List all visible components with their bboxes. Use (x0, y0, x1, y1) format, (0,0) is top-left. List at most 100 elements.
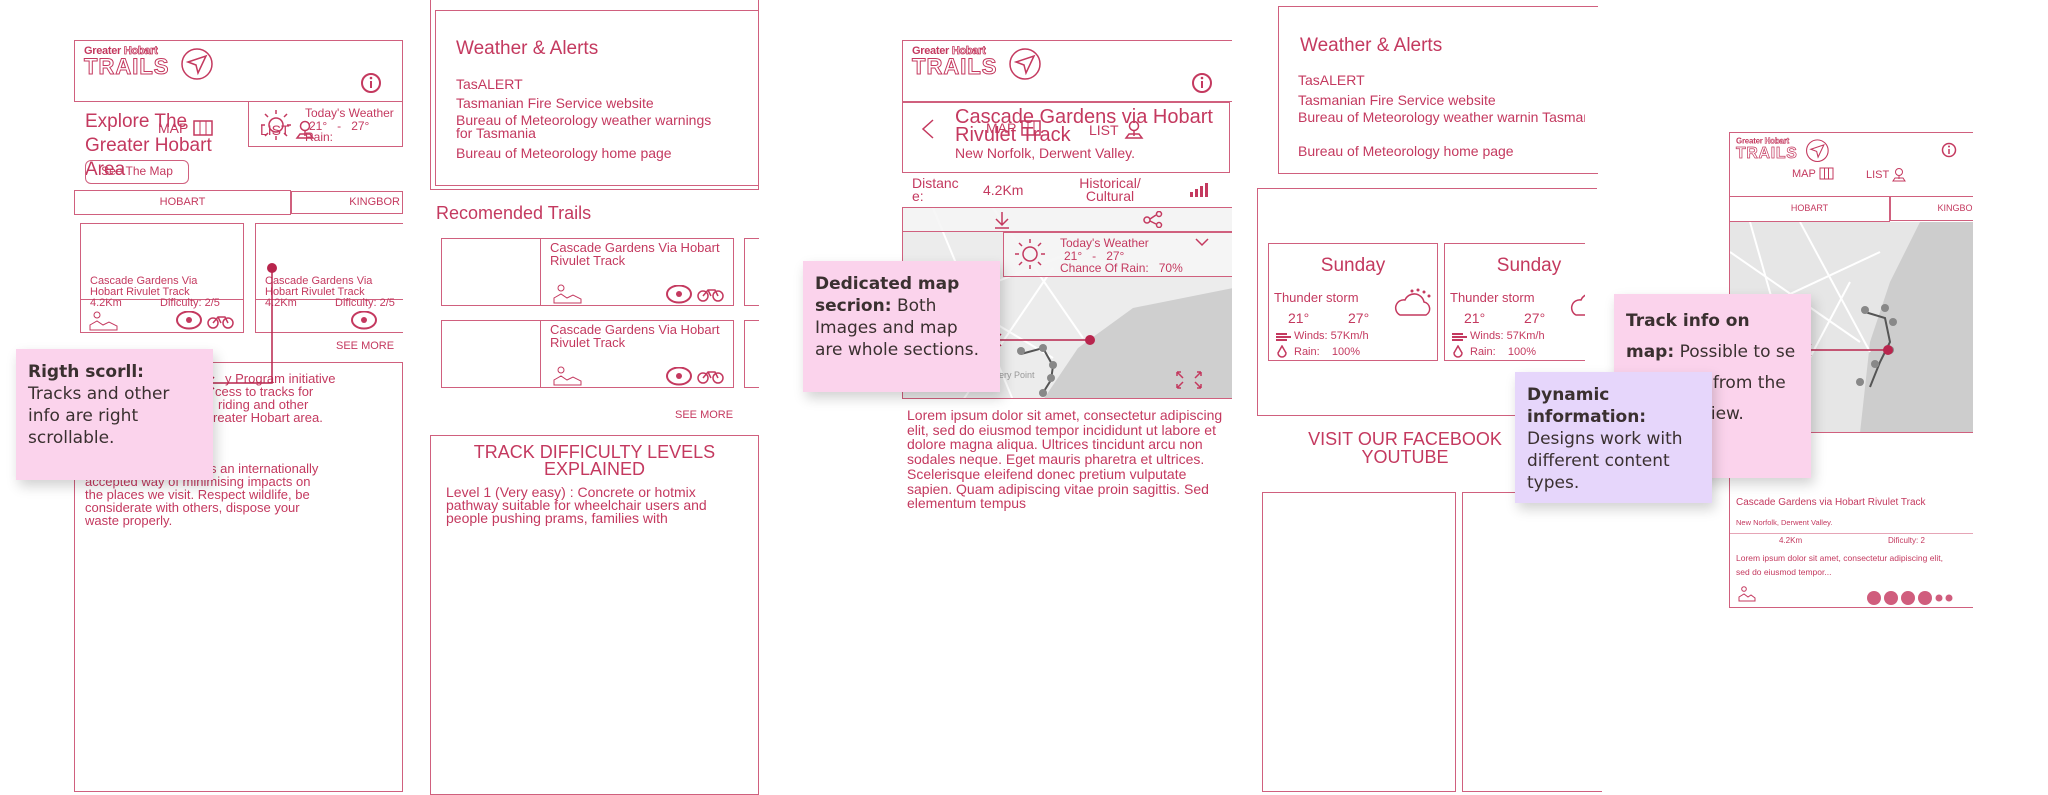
screen-clip (403, 0, 423, 360)
difficulty-title: TRACK DIFFICULTY LEVELS EXPLAINED (473, 442, 716, 479)
forecast-low: 21° (1464, 310, 1486, 326)
weather-rain: Chance Of Rain: 70% (1060, 261, 1183, 275)
raindrop-icon (1453, 345, 1463, 358)
forecast-day: Sunday (1496, 255, 1562, 276)
social-links[interactable]: VISIT OUR FACEBOOK YOUTUBE (1290, 430, 1520, 466)
app-logo[interactable]: Greater Hobart TRAILS (912, 45, 1042, 85)
bottom-card (1462, 492, 1602, 792)
alert-link[interactable]: Tasmanian Fire Service website (456, 95, 654, 111)
track-description: Lorem ipsum dolor sit amet, consectetur … (907, 407, 1223, 512)
cloud-sun-icon (1570, 294, 1585, 316)
cloud-sun-icon (1394, 288, 1431, 316)
text-line: waste properly. (85, 513, 173, 528)
bike-icon (697, 371, 724, 384)
track-description: Lorem ipsum dolor sit amet, consectetur … (1736, 553, 1943, 577)
track-difficulty: Dificulty: 2 (1888, 536, 1925, 545)
recommended-card-partial[interactable] (744, 320, 759, 388)
rosette-icon (1884, 591, 1898, 605)
rosette-icon (1867, 591, 1881, 605)
nav-list[interactable]: LIST (1866, 167, 1907, 182)
forecast-winds: Winds: 57Km/h (1294, 330, 1369, 342)
nav-map-label: MAP (1792, 167, 1816, 180)
note-bold: Dynamic information: (1527, 385, 1647, 427)
card-distance: 4.2Km (90, 297, 122, 309)
difficulty-bars-icon (1190, 183, 1208, 197)
weather-title: Today's Weather (305, 106, 394, 120)
app-logo[interactable]: Greater Hobart TRAILS (1736, 137, 1830, 166)
note-dynamic-info: Dynamic information: Designs work with d… (1515, 372, 1712, 503)
note-bold: Rigth scorll: (28, 362, 144, 382)
rosette-icon (666, 285, 692, 304)
note-text: Designs work with different content type… (1527, 429, 1683, 493)
info-icon[interactable] (1191, 72, 1213, 94)
alert-link[interactable]: TasALERT (1298, 72, 1365, 88)
distance-label: Distance: (912, 175, 959, 204)
bike-icon (1935, 594, 1953, 602)
track-subtitle: New Norfolk, Derwent Valley. (955, 145, 1135, 161)
forecast-rain: Rain: 100% (1470, 346, 1536, 358)
alerts-title: Weather & Alerts (456, 38, 599, 59)
alert-link[interactable]: Bureau of Meteorology weather warnin Tas… (1298, 110, 1585, 124)
recommended-card-partial[interactable] (744, 238, 759, 306)
landscape-icon (553, 284, 582, 304)
temp-sep: - (337, 119, 342, 133)
landscape-icon (1738, 586, 1756, 602)
weather-rain: Rain: (305, 130, 334, 144)
tab-hobart[interactable]: HOBART (1730, 196, 1890, 222)
alert-link[interactable]: Bureau of Meteorology home page (456, 145, 672, 161)
map-toolbar (902, 207, 1232, 232)
alert-link[interactable]: Tasmanian Fire Service website (1298, 92, 1496, 108)
forecast-winds: Winds: 57Km/h (1470, 330, 1545, 342)
wind-icon (1452, 333, 1467, 341)
recommended-title: Recomended Trails (436, 203, 592, 223)
landscape-icon (89, 311, 118, 331)
alert-link[interactable]: Bureau of Meteorology weather warnings f… (456, 113, 716, 140)
alerts-title: Weather & Alerts (1300, 35, 1443, 56)
tab-kingborough[interactable]: KINGBOR (1890, 196, 1973, 221)
tab-hobart[interactable]: HOBART (74, 190, 291, 215)
wind-icon (1276, 333, 1291, 341)
expand-icon[interactable] (1175, 370, 1203, 390)
forecast-low: 21° (1288, 310, 1310, 326)
track-title: Cascade Gardens via Hobart Rivulet Track (1736, 497, 1926, 508)
track-category: Historical/ Cultural (1079, 175, 1141, 204)
track-title: Cascade Gardens via Hobart Rivulet Track (955, 106, 1213, 146)
info-divider (1730, 533, 1973, 534)
sun-icon (261, 110, 291, 140)
rosette-icon (666, 367, 692, 386)
card-difficulty: Dificulty: 2/5 (335, 297, 395, 309)
rain-value: 100% (1331, 346, 1361, 358)
forecast-day: Sunday (1320, 255, 1386, 276)
note-dedicated-map: Dedicated map secrion: Both Images and m… (803, 261, 1000, 392)
bike-icon (697, 289, 724, 302)
chevron-down-icon[interactable] (1195, 238, 1209, 247)
share-icon[interactable] (1143, 211, 1163, 228)
difficulty-rating (1867, 591, 1953, 605)
app-logo[interactable]: Greater Hobart TRAILS (84, 45, 214, 85)
forecast-scroller[interactable]: Sunday Thunder storm 21° 27° Winds: 57Km… (1262, 240, 1585, 365)
forecast-condition: Thunder storm (1450, 290, 1535, 305)
nav-list-label: LIST (1866, 168, 1890, 181)
rain-label: Rain: (1470, 346, 1496, 358)
alert-link[interactable]: Bureau of Meteorology home page (1298, 143, 1514, 159)
note-bold: Dedicated map secrion: (815, 274, 960, 316)
bottom-card (1262, 492, 1456, 792)
text-line: reater Hobart area. (213, 410, 323, 425)
back-chevron-icon[interactable] (920, 118, 936, 140)
see-more-link[interactable]: SEE MORE (675, 409, 733, 421)
paper-plane-icon (1806, 139, 1829, 163)
card-image-divider (540, 320, 541, 388)
annotation-arrow (993, 333, 1095, 347)
alert-link[interactable]: TasALERT (456, 76, 523, 92)
nav-map[interactable]: MAP (1792, 167, 1834, 180)
tab-kingborough[interactable]: KINGBOR (291, 191, 403, 214)
see-the-map-button[interactable]: See The Map (85, 160, 189, 184)
forecast-high: 27° (1348, 310, 1370, 326)
track-distance: 4.2Km (1779, 536, 1803, 545)
card-title: Cascade Gardens Via Hobart Rivulet Track (550, 240, 720, 268)
see-more-link[interactable]: SEE MORE (336, 340, 394, 352)
card-image-divider (540, 238, 541, 306)
info-icon[interactable] (1941, 142, 1957, 158)
download-icon[interactable] (993, 210, 1011, 230)
info-icon[interactable] (360, 72, 382, 94)
